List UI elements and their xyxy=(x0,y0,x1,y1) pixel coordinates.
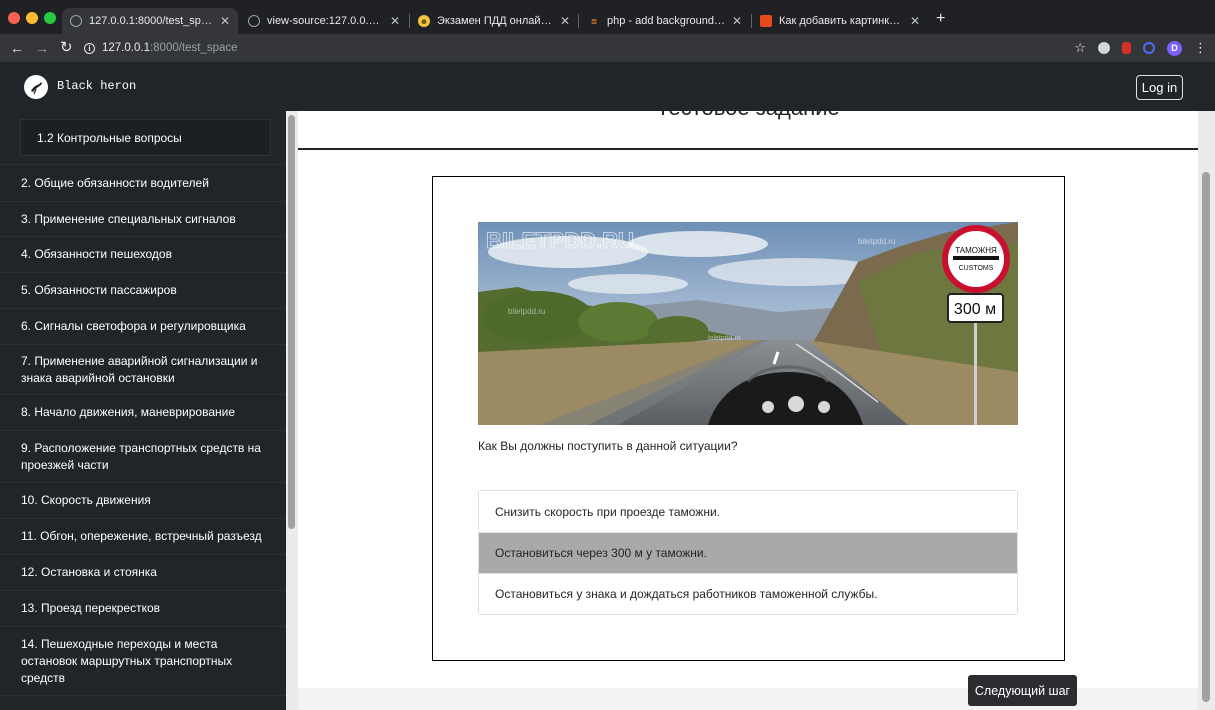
watermark-text: BILETPDD.RU xyxy=(486,228,634,253)
site-favicon-icon xyxy=(760,15,772,27)
question-text: Как Вы должны поступить в данной ситуаци… xyxy=(478,439,738,453)
address-bar[interactable]: i 127.0.0.1:8000/test_space xyxy=(84,38,1039,58)
sidebar-item-special-signals[interactable]: 3. Применение специальных сигналов xyxy=(0,201,286,236)
answer-list: Снизить скорость при проезде таможни. Ос… xyxy=(478,490,1018,615)
sidebar-item-partial[interactable] xyxy=(0,695,286,710)
tab-strip: 127.0.0.1:8000/test_space ✕ view-source:… xyxy=(0,0,1215,34)
info-icon[interactable]: i xyxy=(84,42,95,54)
close-tab-icon[interactable]: ✕ xyxy=(390,14,400,28)
sidebar-item-speed[interactable]: 10. Скорость движения xyxy=(0,482,286,518)
answer-option-1[interactable]: Снизить скорость при проезде таможни. xyxy=(479,491,1017,532)
title-divider xyxy=(298,148,1200,150)
sidebar-item-intersections[interactable]: 13. Проезд перекрестков xyxy=(0,590,286,626)
top-navbar: Black heron Log in xyxy=(0,62,1215,111)
forward-arrow-icon[interactable]: → xyxy=(35,39,49,57)
reload-icon[interactable]: ↻ xyxy=(60,39,73,57)
extension-shield-icon[interactable] xyxy=(1122,42,1131,54)
browser-tab-php-background[interactable]: ≣ php - add background image t ✕ xyxy=(580,8,750,34)
sidebar-item-pedestrian-duties[interactable]: 4. Обязанности пешеходов xyxy=(0,236,286,272)
sidebar-item-pedestrian-crossings[interactable]: 14. Пешеходные переходы и места останово… xyxy=(0,626,286,695)
sidebar-subitem-control-questions[interactable]: 1.2 Контрольные вопросы xyxy=(20,119,271,156)
close-tab-icon[interactable]: ✕ xyxy=(910,14,920,28)
bookmark-star-icon[interactable]: ☆ xyxy=(1074,40,1086,56)
answer-option-2[interactable]: Остановиться через 300 м у таможни. xyxy=(479,532,1017,573)
sidebar-item-passenger-duties[interactable]: 5. Обязанности пассажиров xyxy=(0,272,286,308)
globe-icon xyxy=(70,15,82,27)
sidebar-item-driver-duties[interactable]: 2. Общие обязанности водителей xyxy=(0,164,286,201)
close-tab-icon[interactable]: ✕ xyxy=(732,14,742,28)
browser-tab-test-space[interactable]: 127.0.0.1:8000/test_space ✕ xyxy=(62,8,238,34)
next-step-button[interactable]: Следующий шаг xyxy=(968,675,1077,706)
close-tab-icon[interactable]: ✕ xyxy=(220,14,230,28)
new-tab-button[interactable]: + xyxy=(936,11,945,27)
browser-toolbar: ← → ↻ i 127.0.0.1:8000/test_space ☆ D ⋮ xyxy=(0,34,1215,62)
sign-top-text: ТАМОЖНЯ xyxy=(955,246,997,255)
sidebar-scrollbar-thumb[interactable] xyxy=(288,115,295,529)
globe-icon xyxy=(248,15,260,27)
smiley-icon: ☻ xyxy=(418,15,430,27)
minimize-window-button[interactable] xyxy=(26,12,38,24)
page-scrollbar[interactable] xyxy=(1198,62,1215,710)
answer-option-3[interactable]: Остановиться у знака и дождаться работни… xyxy=(479,573,1017,614)
login-button[interactable]: Log in xyxy=(1136,75,1183,100)
sign-bottom-text: CUSTOMS xyxy=(959,265,994,272)
menu-kebab-icon[interactable]: ⋮ xyxy=(1194,40,1207,56)
stackoverflow-icon: ≣ xyxy=(590,16,598,26)
distance-plate-text: 300 м xyxy=(954,301,996,318)
toolbar-icons: ☆ D ⋮ xyxy=(1074,40,1207,56)
sidebar-item-stopping-parking[interactable]: 12. Остановка и стоянка xyxy=(0,554,286,590)
extension-circle-icon[interactable] xyxy=(1143,42,1155,54)
sidebar-item-hazard-lights[interactable]: 7. Применение аварийной сигнализации и з… xyxy=(0,344,286,394)
extension-cloud-icon[interactable] xyxy=(1098,42,1110,54)
browser-tab-view-source[interactable]: view-source:127.0.0.1:8000/te: ✕ xyxy=(240,8,408,34)
sidebar-item-overtaking[interactable]: 11. Обгон, опережение, встречный разъезд xyxy=(0,518,286,554)
brand-name[interactable]: Black heron xyxy=(57,79,136,93)
close-window-button[interactable] xyxy=(8,12,20,24)
back-arrow-icon[interactable]: ← xyxy=(10,39,24,57)
question-image: ТАМОЖНЯ CUSTOMS 300 м BILETPDD.RU biletp… xyxy=(478,222,1018,425)
page-scrollbar-thumb[interactable] xyxy=(1202,172,1210,702)
browser-chrome: 127.0.0.1:8000/test_space ✕ view-source:… xyxy=(0,0,1215,62)
sidebar: 1.2 Контрольные вопросы 2. Общие обязанн… xyxy=(0,111,286,710)
browser-tab-pdd-exam[interactable]: ☻ Экзамен ПДД онлайн Билеты ✕ xyxy=(410,8,578,34)
svg-text:biletpdd.ru: biletpdd.ru xyxy=(508,307,545,316)
sidebar-scrollbar[interactable] xyxy=(286,111,298,710)
svg-text:biletpdd.ru: biletpdd.ru xyxy=(708,335,741,342)
main-content: Тестовое задание xyxy=(298,95,1200,710)
question-card: ТАМОЖНЯ CUSTOMS 300 м BILETPDD.RU biletp… xyxy=(432,176,1065,661)
close-tab-icon[interactable]: ✕ xyxy=(560,14,570,28)
sidebar-item-vehicle-positioning[interactable]: 9. Расположение транспортных средств на … xyxy=(0,430,286,482)
page-viewport: Black heron Log in 1.2 Контрольные вопро… xyxy=(0,62,1215,710)
heron-logo-icon[interactable] xyxy=(24,75,48,99)
sidebar-item-traffic-signals[interactable]: 6. Сигналы светофора и регулировщика xyxy=(0,308,286,344)
watermark-small-text: biletpdd.ru xyxy=(858,237,895,246)
address-path: :8000/test_space xyxy=(149,42,238,54)
maximize-window-button[interactable] xyxy=(44,12,56,24)
browser-tab-add-image[interactable]: Как добавить картинку на ве ✕ xyxy=(752,8,928,34)
sidebar-item-maneuvering[interactable]: 8. Начало движения, маневрирование xyxy=(0,394,286,430)
address-host: 127.0.0.1 xyxy=(102,42,150,54)
profile-avatar-icon[interactable]: D xyxy=(1167,40,1182,56)
